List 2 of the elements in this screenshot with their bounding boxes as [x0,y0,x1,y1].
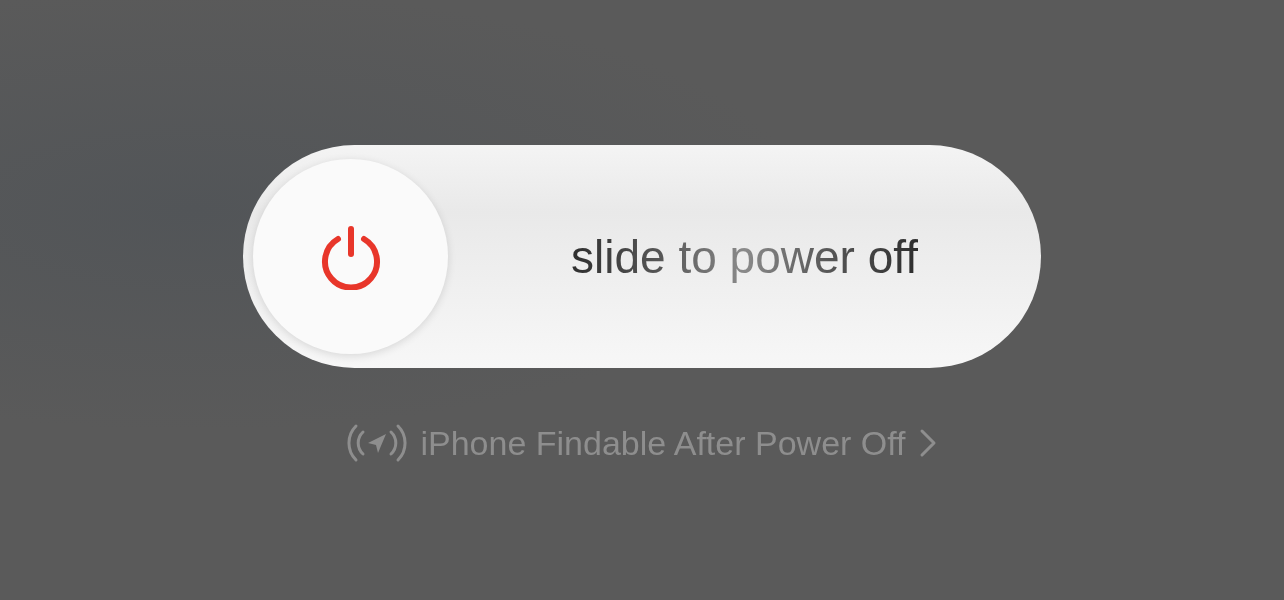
location-signal-icon [346,422,409,464]
power-off-slider[interactable]: slide to power off [243,145,1041,368]
